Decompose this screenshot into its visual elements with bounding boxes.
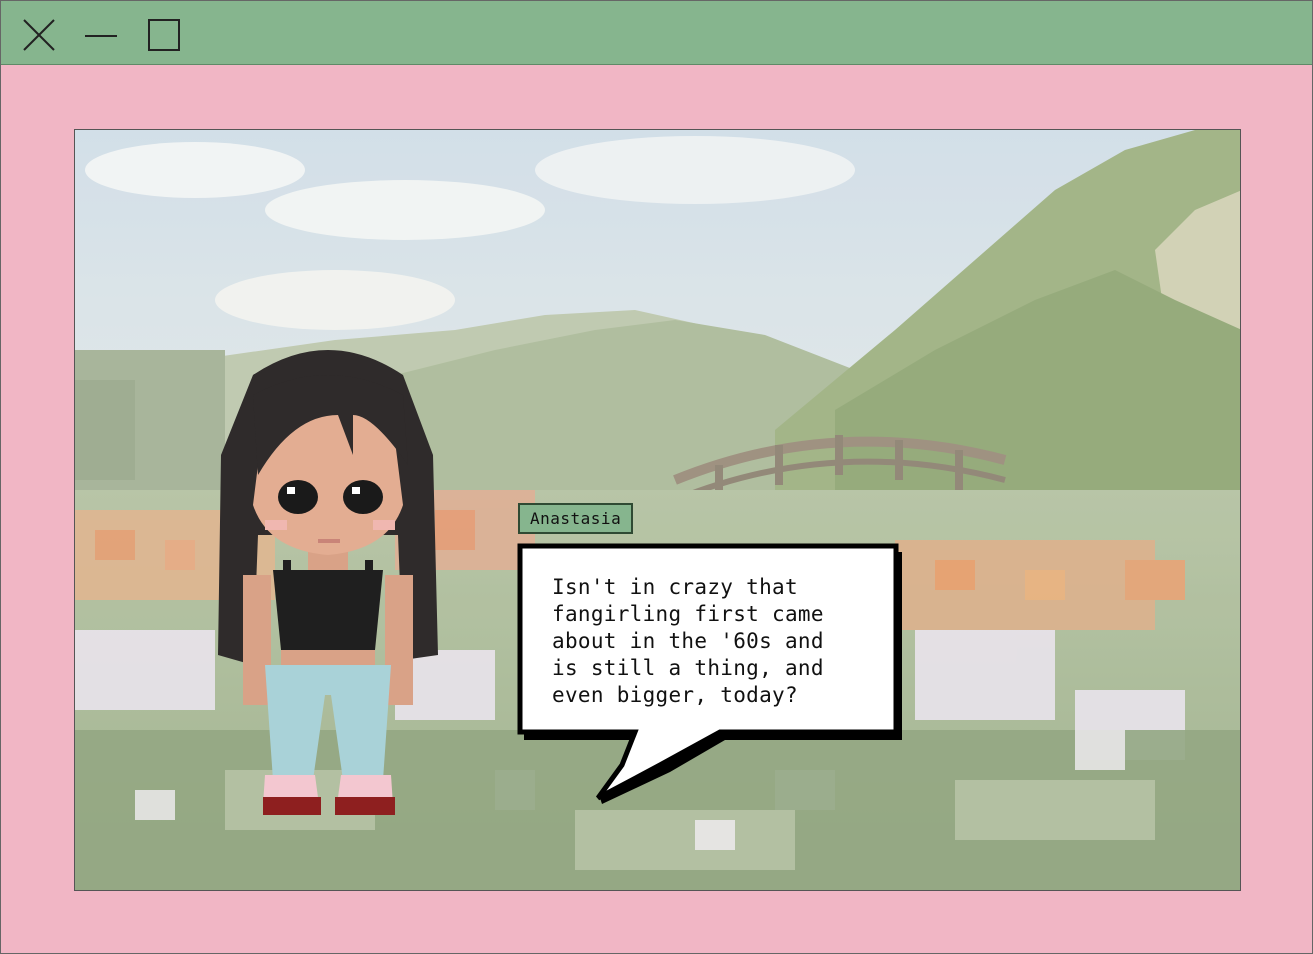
maximize-icon[interactable] — [146, 17, 182, 53]
minimize-icon[interactable] — [83, 17, 119, 53]
speaker-name-tag: Anastasia — [518, 503, 634, 534]
character-sprite[interactable] — [203, 335, 453, 825]
speech-bubble[interactable]: Isn't in crazy that fangirling first cam… — [510, 540, 910, 810]
close-icon[interactable] — [21, 17, 57, 53]
game-scene[interactable]: Anastasia Isn't in crazy that fangirling… — [74, 129, 1241, 891]
title-bar — [1, 1, 1312, 65]
dialogue-text: Isn't in crazy that fangirling first cam… — [552, 575, 824, 707]
